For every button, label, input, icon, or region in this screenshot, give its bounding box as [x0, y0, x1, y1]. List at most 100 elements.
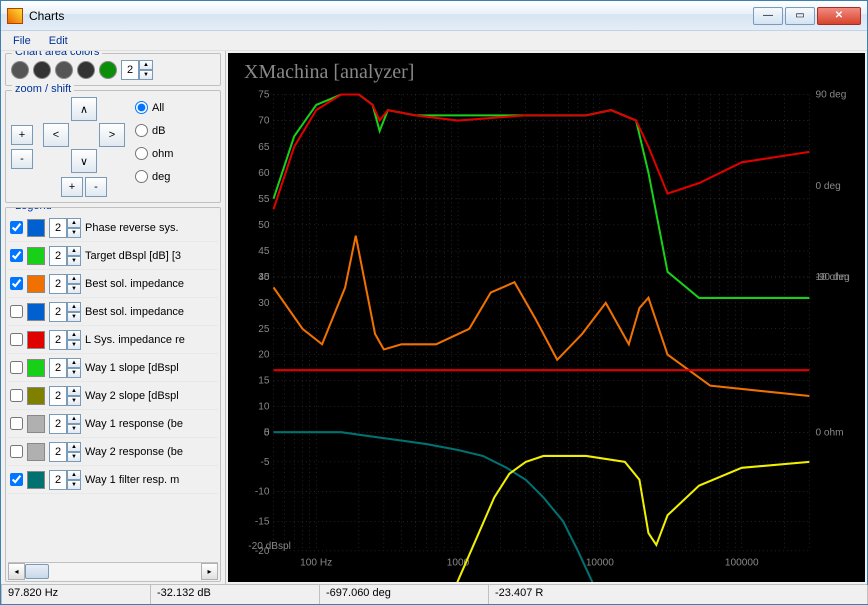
- radio-deg[interactable]: deg: [135, 170, 173, 183]
- legend-width-input[interactable]: [49, 470, 67, 490]
- legend-width-input[interactable]: [49, 414, 67, 434]
- chart-area[interactable]: XMachina [analyzer] 40455055606570755101…: [228, 53, 865, 582]
- zoom-minus2-button[interactable]: -: [85, 177, 107, 197]
- legend-color-swatch[interactable]: [27, 415, 45, 433]
- legend-checkbox[interactable]: [10, 473, 23, 486]
- maximize-button[interactable]: ▭: [785, 7, 815, 25]
- legend-width-down[interactable]: ▼: [67, 452, 81, 462]
- legend-width-up[interactable]: ▲: [67, 274, 81, 284]
- legend-width-up[interactable]: ▲: [67, 470, 81, 480]
- legend-color-swatch[interactable]: [27, 359, 45, 377]
- legend-checkbox[interactable]: [10, 221, 23, 234]
- legend-checkbox[interactable]: [10, 417, 23, 430]
- legend-color-swatch[interactable]: [27, 443, 45, 461]
- legend-width-input[interactable]: [49, 246, 67, 266]
- legend-width-input[interactable]: [49, 442, 67, 462]
- legend-color-swatch[interactable]: [27, 471, 45, 489]
- shift-down-button[interactable]: ∨: [71, 149, 97, 173]
- shift-up-button[interactable]: ∧: [71, 97, 97, 121]
- color-width-up[interactable]: ▲: [139, 60, 153, 70]
- hscroll-right-button[interactable]: ▸: [201, 563, 218, 580]
- svg-text:15: 15: [258, 376, 270, 387]
- legend-checkbox[interactable]: [10, 277, 23, 290]
- legend-width-up[interactable]: ▲: [67, 246, 81, 256]
- legend-color-swatch[interactable]: [27, 387, 45, 405]
- window-title: Charts: [29, 9, 753, 23]
- titlebar[interactable]: Charts — ▭ ✕: [1, 1, 867, 31]
- legend-color-swatch[interactable]: [27, 247, 45, 265]
- legend-width-down[interactable]: ▼: [67, 284, 81, 294]
- radio-db[interactable]: dB: [135, 124, 173, 137]
- zoom-shift-title: zoom / shift: [12, 83, 74, 95]
- shift-right-button[interactable]: >: [99, 123, 125, 147]
- status-hz: 97.820 Hz: [1, 585, 151, 604]
- legend-checkbox[interactable]: [10, 305, 23, 318]
- legend-width-down[interactable]: ▼: [67, 396, 81, 406]
- radio-all[interactable]: All: [135, 101, 173, 114]
- color-swatch-3[interactable]: [77, 61, 95, 79]
- legend-row-9: ▲▼Way 1 filter resp. m: [8, 466, 218, 494]
- legend-width-down[interactable]: ▼: [67, 368, 81, 378]
- legend-width-down[interactable]: ▼: [67, 312, 81, 322]
- legend-width-down[interactable]: ▼: [67, 256, 81, 266]
- hscroll-thumb[interactable]: [25, 564, 49, 579]
- legend-width-input[interactable]: [49, 330, 67, 350]
- zoom-plus2-button[interactable]: +: [61, 177, 83, 197]
- color-swatch-4[interactable]: [99, 61, 117, 79]
- menu-file[interactable]: File: [5, 33, 39, 49]
- legend-width-input[interactable]: [49, 218, 67, 238]
- color-swatch-0[interactable]: [11, 61, 29, 79]
- legend-width-down[interactable]: ▼: [67, 480, 81, 490]
- color-width-input[interactable]: [121, 60, 139, 80]
- legend-width-up[interactable]: ▲: [67, 218, 81, 228]
- legend-color-swatch[interactable]: [27, 331, 45, 349]
- svg-text:45: 45: [258, 246, 270, 257]
- legend-checkbox[interactable]: [10, 333, 23, 346]
- shift-left-button[interactable]: <: [43, 123, 69, 147]
- legend-hscrollbar[interactable]: ◂ ▸: [8, 562, 218, 579]
- zoom-out-button[interactable]: -: [11, 149, 33, 169]
- legend-color-swatch[interactable]: [27, 275, 45, 293]
- legend-width-down[interactable]: ▼: [67, 228, 81, 238]
- legend-width-up[interactable]: ▲: [67, 358, 81, 368]
- legend-label: Way 2 slope [dBspl: [85, 390, 216, 402]
- color-swatch-1[interactable]: [33, 61, 51, 79]
- zoom-mode-radios: All dB ohm deg: [135, 97, 173, 197]
- legend-checkbox[interactable]: [10, 249, 23, 262]
- legend-width-input[interactable]: [49, 386, 67, 406]
- legend-width-down[interactable]: ▼: [67, 424, 81, 434]
- legend-group: Legend ▲▼Phase reverse sys.▲▼Target dBsp…: [5, 207, 221, 582]
- svg-text:0 ohm: 0 ohm: [815, 427, 843, 438]
- menu-edit[interactable]: Edit: [41, 33, 76, 49]
- legend-checkbox[interactable]: [10, 389, 23, 402]
- zoom-in-button[interactable]: +: [11, 125, 33, 145]
- svg-text:-15: -15: [255, 516, 270, 527]
- legend-list[interactable]: ▲▼Phase reverse sys.▲▼Target dBspl [dB] …: [8, 214, 218, 562]
- legend-checkbox[interactable]: [10, 445, 23, 458]
- color-width-down[interactable]: ▼: [139, 70, 153, 80]
- legend-color-swatch[interactable]: [27, 303, 45, 321]
- legend-color-swatch[interactable]: [27, 219, 45, 237]
- minimize-button[interactable]: —: [753, 7, 783, 25]
- chart-pane: XMachina [analyzer] 40455055606570755101…: [226, 51, 867, 584]
- hscroll-left-button[interactable]: ◂: [8, 563, 25, 580]
- chart-colors-title: Chart area colors: [12, 51, 102, 58]
- legend-checkbox[interactable]: [10, 361, 23, 374]
- svg-text:70: 70: [258, 116, 270, 127]
- legend-width-input[interactable]: [49, 302, 67, 322]
- radio-ohm[interactable]: ohm: [135, 147, 173, 160]
- legend-width-up[interactable]: ▲: [67, 330, 81, 340]
- legend-width-down[interactable]: ▼: [67, 340, 81, 350]
- legend-width-input[interactable]: [49, 358, 67, 378]
- hscroll-track[interactable]: [25, 563, 201, 580]
- legend-width-up[interactable]: ▲: [67, 386, 81, 396]
- legend-width-up[interactable]: ▲: [67, 302, 81, 312]
- color-swatch-2[interactable]: [55, 61, 73, 79]
- close-button[interactable]: ✕: [817, 7, 861, 25]
- legend-width-up[interactable]: ▲: [67, 414, 81, 424]
- legend-width-up[interactable]: ▲: [67, 442, 81, 452]
- legend-width-input[interactable]: [49, 274, 67, 294]
- svg-text:100000: 100000: [725, 557, 759, 568]
- statusbar: 97.820 Hz -32.132 dB -697.060 deg -23.40…: [1, 584, 867, 604]
- legend-row-2: ▲▼Best sol. impedance: [8, 270, 218, 298]
